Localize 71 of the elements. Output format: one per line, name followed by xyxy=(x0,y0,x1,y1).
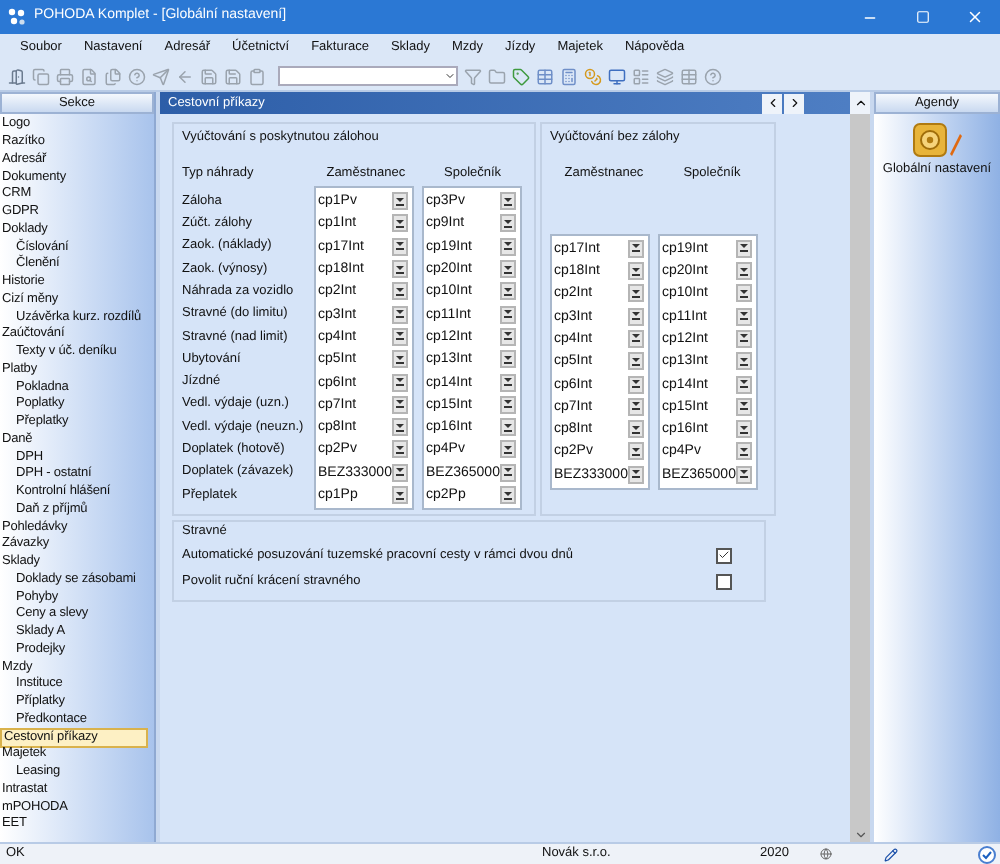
dropdown-button[interactable] xyxy=(392,214,408,233)
dropdown-button[interactable] xyxy=(628,307,644,326)
dropdown-button[interactable] xyxy=(628,239,644,258)
pen-icon xyxy=(884,847,898,861)
dropdown-button[interactable] xyxy=(500,327,516,346)
dropdown-button[interactable] xyxy=(628,329,644,348)
dropdown-button[interactable] xyxy=(500,192,516,211)
app-icon xyxy=(8,8,26,26)
dropdown-button[interactable] xyxy=(628,397,644,416)
previous-button[interactable] xyxy=(762,93,782,113)
dropdown-button[interactable] xyxy=(500,260,516,279)
scroll-up-button[interactable] xyxy=(850,92,870,114)
dropdown-button[interactable] xyxy=(392,350,408,369)
next-button[interactable] xyxy=(784,93,804,113)
dropdown-button[interactable] xyxy=(392,486,408,504)
dropdown-button[interactable] xyxy=(500,305,516,324)
dropdown-button[interactable] xyxy=(500,373,516,392)
dropdown-button[interactable] xyxy=(392,395,408,414)
dropdown-button[interactable] xyxy=(392,463,408,482)
dropdown-button[interactable] xyxy=(736,284,752,303)
check-circle-icon xyxy=(978,845,996,863)
dropdown-button[interactable] xyxy=(628,442,644,461)
clipboard-icon[interactable] xyxy=(248,67,266,85)
dropdown-button[interactable] xyxy=(500,440,516,459)
dropdown-button[interactable] xyxy=(628,375,644,394)
scroll-down-icon[interactable] xyxy=(853,828,867,842)
chevron-right-icon xyxy=(787,96,801,110)
dropdown-button[interactable] xyxy=(736,239,752,258)
dropdown-button[interactable] xyxy=(392,305,408,324)
dropdown-button[interactable] xyxy=(736,329,752,348)
dropdown-button[interactable] xyxy=(392,260,408,279)
maximize-icon xyxy=(915,10,929,24)
dropdown-button[interactable] xyxy=(392,418,408,437)
dropdown-button[interactable] xyxy=(500,282,516,301)
dropdown-button[interactable] xyxy=(628,352,644,371)
calculator-icon[interactable] xyxy=(560,67,578,85)
checkbox[interactable] xyxy=(716,573,732,590)
dropdown-button[interactable] xyxy=(736,442,752,461)
dropdown-button[interactable] xyxy=(736,352,752,371)
dropdown-button[interactable] xyxy=(392,327,408,346)
dropdown-button[interactable] xyxy=(736,307,752,326)
dropdown-button[interactable] xyxy=(500,486,516,504)
caret-icon xyxy=(444,70,456,82)
dropdown-button[interactable] xyxy=(500,463,516,482)
dropdown-button[interactable] xyxy=(628,284,644,303)
dropdown-button[interactable] xyxy=(392,282,408,301)
dropdown-button[interactable] xyxy=(736,465,752,484)
dropdown-button[interactable] xyxy=(736,397,752,416)
dropdown-button[interactable] xyxy=(500,395,516,414)
dropdown-button[interactable] xyxy=(392,373,408,392)
dropdown-button[interactable] xyxy=(736,375,752,394)
dropdown-button[interactable] xyxy=(500,237,516,256)
exit-icon[interactable] xyxy=(8,67,26,85)
dropdown-button[interactable] xyxy=(500,214,516,233)
dropdown-button[interactable] xyxy=(392,192,408,211)
dropdown-button[interactable] xyxy=(392,440,408,459)
dropdown-button[interactable] xyxy=(736,420,752,439)
dropdown-button[interactable] xyxy=(736,262,752,281)
chevron-left-icon xyxy=(765,96,779,110)
close-icon xyxy=(965,8,983,26)
dropdown-button[interactable] xyxy=(500,350,516,369)
dropdown-button[interactable] xyxy=(628,420,644,439)
dropdown-button[interactable] xyxy=(628,465,644,484)
dropdown-button[interactable] xyxy=(628,262,644,281)
chevron-up-icon xyxy=(853,96,867,110)
tag-icon[interactable] xyxy=(512,67,530,85)
globe-icon xyxy=(820,848,832,860)
table-icon[interactable] xyxy=(536,67,554,85)
checkbox[interactable] xyxy=(716,547,732,564)
dropdown-button[interactable] xyxy=(392,237,408,256)
dropdown-button[interactable] xyxy=(500,418,516,437)
